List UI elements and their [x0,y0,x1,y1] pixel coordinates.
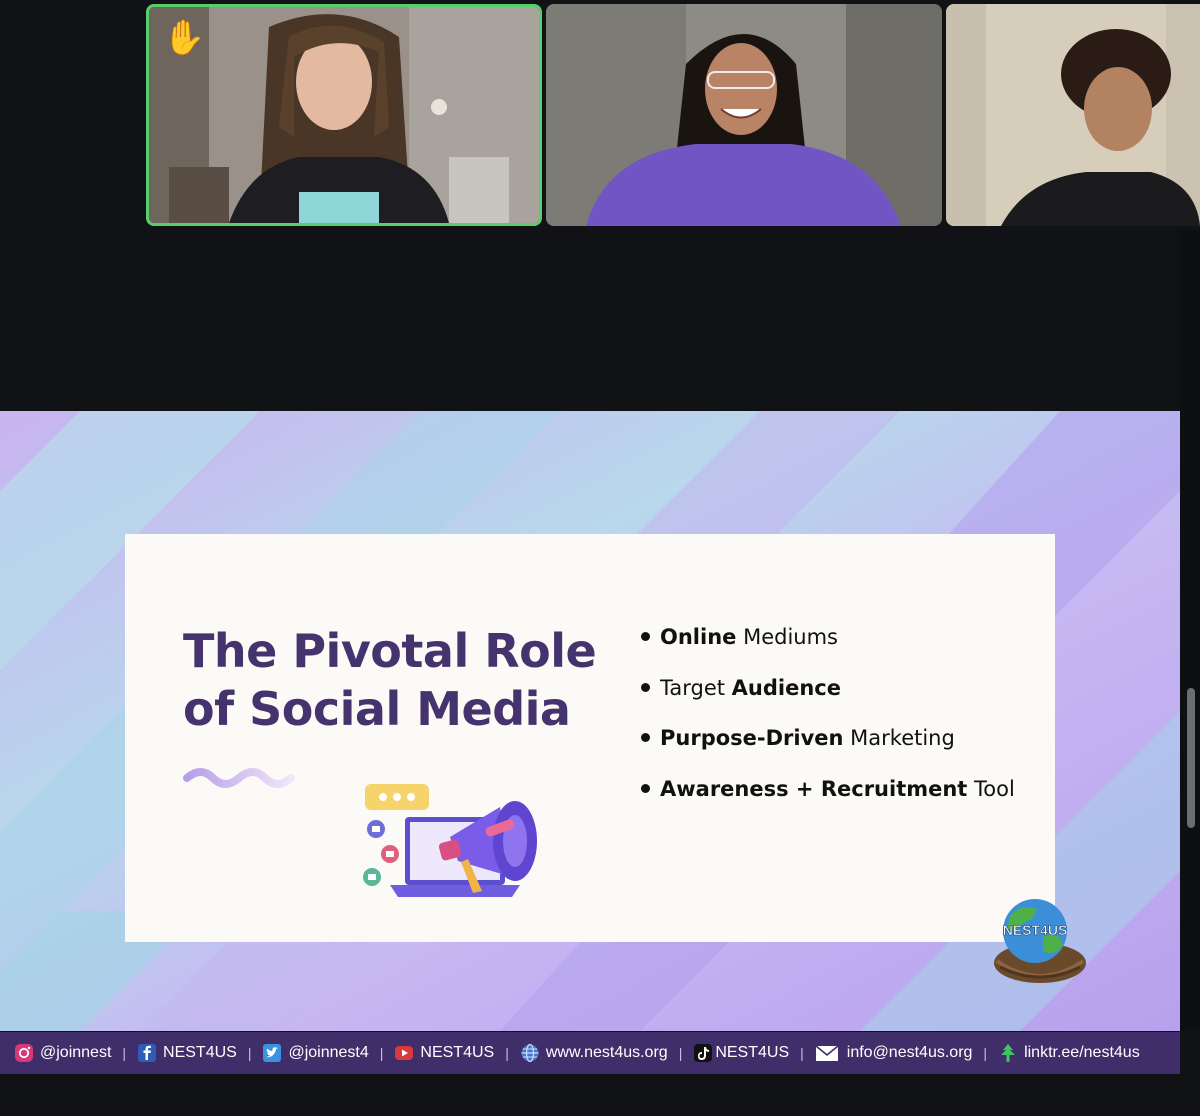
chat-bubble-icon [365,784,429,810]
instagram-icon [15,1044,33,1062]
facebook-link[interactable]: NEST4US [137,1043,237,1063]
footer-separator: | [678,1045,683,1061]
like-icon [363,820,399,886]
participant-video-2 [546,4,942,226]
participant-video-tile-3[interactable] [946,4,1200,226]
tiktok-icon [694,1044,713,1062]
bullet-awareness-recruitment-tool: Awareness + Recruitment Tool [640,772,1050,823]
meeting-window: ✋ The Pivotal Role of Social Media Onlin… [0,0,1200,1116]
footer-separator: | [800,1045,804,1061]
slide-title: The Pivotal Role of Social Media [183,622,613,738]
participant-video-3 [946,4,1200,226]
shared-screen-slide: The Pivotal Role of Social Media Online … [0,411,1180,1031]
bullet-online-mediums: Online Mediums [640,620,1050,671]
slide-title-line-2: of Social Media [183,682,571,736]
email-link[interactable]: info@nest4us.org [815,1043,972,1063]
bullet-purpose-driven-marketing: Purpose-Driven Marketing [640,721,1050,772]
website-link[interactable]: www.nest4us.org [520,1043,668,1063]
facebook-icon [138,1044,157,1062]
footer-separator: | [983,1045,988,1061]
youtube-link[interactable]: NEST4US [394,1043,494,1063]
megaphone-illustration [363,784,537,897]
twitter-link[interactable]: @joinnest4 [262,1043,369,1063]
tiktok-link[interactable]: NEST4US [693,1043,789,1063]
footer-separator: | [379,1045,384,1061]
social-links-bar: @joinnest | NEST4US | @joinnest4 | NEST4… [0,1032,1180,1074]
slide-content-card: The Pivotal Role of Social Media Online … [125,534,1055,942]
mail-icon [815,1045,839,1061]
raised-hand-icon: ✋ [163,18,206,58]
participant-video-tile-2[interactable] [546,4,942,226]
vertical-scrollbar[interactable] [1180,230,1200,1030]
participant-video-tile-1[interactable]: ✋ [146,4,542,226]
youtube-icon [395,1046,414,1060]
logo-text: NEST4US [1003,922,1068,938]
squiggle-decoration [183,768,295,788]
twitter-icon [263,1044,282,1062]
footer-separator: | [122,1045,127,1061]
footer-separator: | [247,1045,252,1061]
participant-video-1 [149,7,539,223]
footer-separator: | [505,1045,509,1061]
slide-bullet-list: Online Mediums Target Audience Purpose-D… [640,620,1050,822]
linktree-link[interactable]: linktr.ee/nest4us [998,1043,1140,1063]
scrollbar-thumb[interactable] [1187,688,1195,828]
instagram-link[interactable]: @joinnest [14,1043,111,1063]
nest4us-logo: NEST4US [994,899,1086,983]
bullet-target-audience: Target Audience [640,671,1050,722]
linktree-icon [1001,1044,1016,1062]
globe-icon [521,1043,539,1063]
slide-title-line-1: The Pivotal Role [183,624,597,678]
